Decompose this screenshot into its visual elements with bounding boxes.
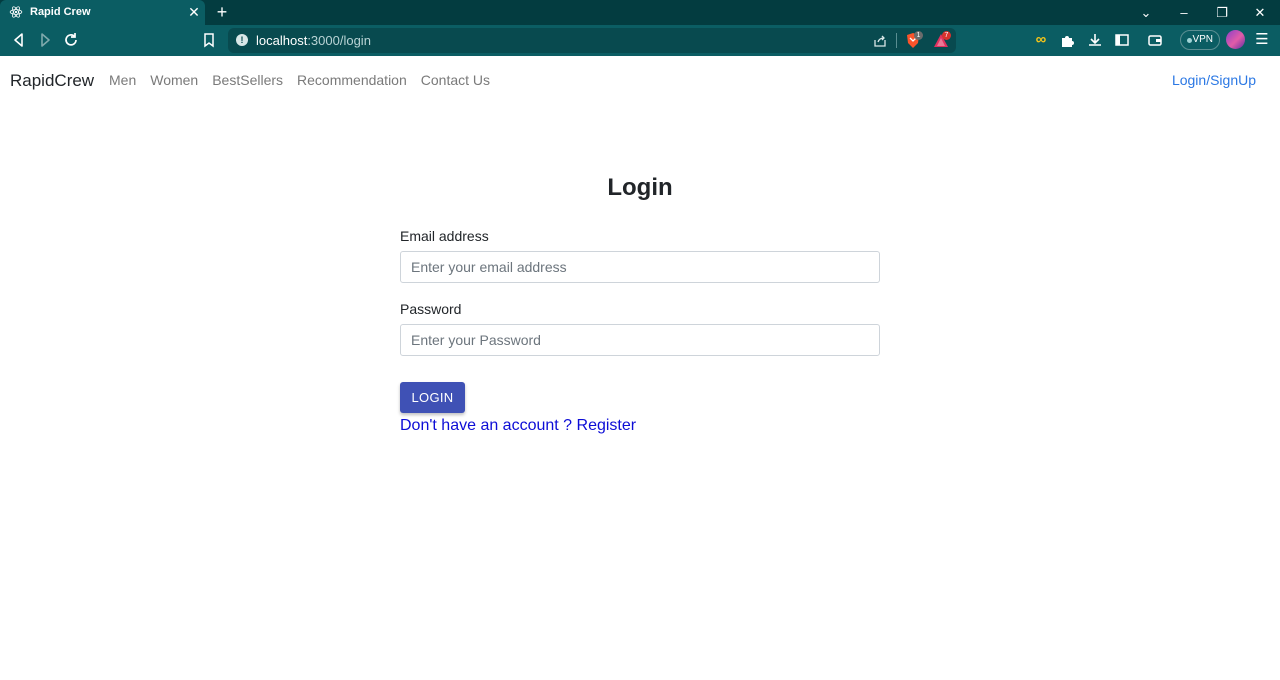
vpn-status-dot — [1187, 38, 1192, 43]
react-icon — [9, 6, 23, 18]
address-bar[interactable]: ! localhost:3000/login 1 7 — [228, 28, 956, 53]
nav-link-recommendation[interactable]: Recommendation — [297, 72, 407, 88]
browser-toolbar: ! localhost:3000/login 1 7 ∞ VPN ☰ — [0, 25, 1280, 56]
rewards-count-badge: 7 — [942, 31, 951, 40]
password-label: Password — [400, 301, 462, 317]
nav-login-signup-link[interactable]: Login/SignUp — [1172, 72, 1256, 88]
site-navbar: RapidCrew Men Women BestSellers Recommen… — [0, 56, 1280, 104]
reload-icon[interactable] — [62, 31, 80, 49]
tab-search-chevron-icon[interactable]: ⌄ — [1137, 4, 1155, 22]
vpn-label: VPN — [1192, 34, 1213, 45]
address-url: localhost:3000/login — [256, 33, 371, 48]
omnibox-divider — [896, 33, 897, 48]
download-icon[interactable] — [1086, 31, 1104, 49]
vpn-button[interactable]: VPN — [1180, 30, 1220, 50]
wallet-icon[interactable] — [1146, 31, 1164, 49]
back-icon[interactable] — [10, 31, 28, 49]
restore-icon[interactable]: ❐ — [1213, 4, 1231, 22]
register-link[interactable]: Don't have an account ? Register — [400, 417, 880, 435]
shields-count-badge: 1 — [914, 31, 923, 40]
forward-icon[interactable] — [36, 31, 54, 49]
minimize-icon[interactable]: – — [1175, 4, 1193, 22]
infinity-extension-icon[interactable]: ∞ — [1032, 31, 1050, 49]
nav-link-men[interactable]: Men — [109, 72, 136, 88]
login-button[interactable]: LOGIN — [400, 382, 465, 413]
share-icon[interactable] — [872, 33, 888, 49]
nav-link-contact-us[interactable]: Contact Us — [421, 72, 490, 88]
email-label: Email address — [400, 228, 489, 244]
nav-links: Men Women BestSellers Recommendation Con… — [109, 72, 490, 88]
profile-avatar[interactable] — [1226, 30, 1245, 49]
login-form: Login Email address Password LOGIN Don't… — [400, 170, 880, 435]
email-input[interactable] — [400, 251, 880, 283]
extensions-puzzle-icon[interactable] — [1059, 31, 1077, 49]
sidebar-icon[interactable] — [1113, 31, 1131, 49]
tab-title: Rapid Crew — [30, 6, 91, 18]
nav-link-bestsellers[interactable]: BestSellers — [212, 72, 283, 88]
browser-tabstrip: Rapid Crew ✕ + ⌄ – ❐ ✕ — [0, 0, 1280, 25]
browser-tab[interactable]: Rapid Crew ✕ — [0, 0, 205, 25]
new-tab-icon[interactable]: + — [213, 3, 231, 21]
password-input[interactable] — [400, 324, 880, 356]
menu-hamburger-icon[interactable]: ☰ — [1253, 31, 1271, 49]
brand-logo[interactable]: RapidCrew — [10, 71, 94, 91]
close-tab-icon[interactable]: ✕ — [187, 5, 201, 19]
page-title: Login — [607, 174, 673, 201]
bookmark-icon[interactable] — [200, 31, 218, 49]
nav-link-women[interactable]: Women — [150, 72, 198, 88]
close-window-icon[interactable]: ✕ — [1251, 4, 1269, 22]
site-info-icon[interactable]: ! — [236, 34, 248, 46]
